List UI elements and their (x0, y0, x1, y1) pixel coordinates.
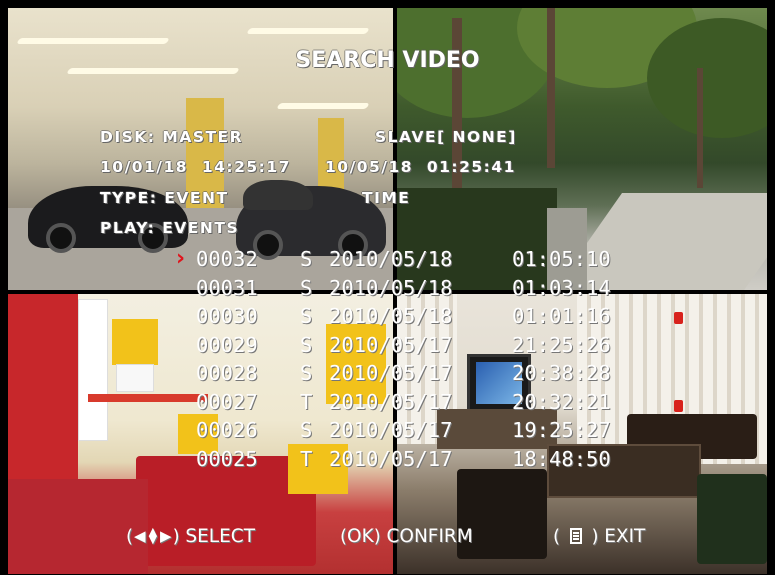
record-time: 01:05:10 (512, 247, 611, 271)
select-hint: ( ◀ ▲ ▼ ▶ ) SELECT (126, 523, 255, 549)
exit-label: EXIT (604, 525, 646, 547)
record-time: 01:01:16 (512, 304, 611, 328)
ok-key-label: OK (347, 525, 374, 547)
record-number: 00026 (196, 418, 258, 442)
slave-label: SLAVE[ NONE] (375, 128, 517, 146)
record-type: S (300, 304, 313, 328)
record-date: 2010/05/18 (329, 275, 453, 300)
record-time: 21:25:26 (512, 332, 611, 357)
type-field[interactable]: TYPE: EVENT (100, 189, 229, 207)
record-number: 00025 (196, 446, 258, 471)
record-time: 19:25:27 (512, 418, 611, 442)
open-paren: ( (126, 525, 134, 547)
record-number: 00027 (196, 389, 258, 414)
record-date: 2010/05/17 (329, 446, 453, 471)
record-number: 00031 (196, 275, 258, 300)
record-type: S (300, 361, 313, 385)
record-number: 00029 (196, 332, 258, 357)
record-time: 18:48:50 (512, 446, 611, 471)
record-time: 20:38:28 (512, 361, 611, 385)
record-date: 2010/05/17 (329, 418, 453, 442)
play-field[interactable]: PLAY: EVENTS (100, 219, 239, 237)
range-start: 10/01/18 14:25:17 (100, 158, 291, 176)
select-label: SELECT (185, 525, 255, 547)
confirm-label: CONFIRM (386, 525, 473, 547)
exit-hint: ( ) EXIT (553, 525, 646, 547)
record-type: T (300, 389, 313, 414)
confirm-hint: ( OK ) CONFIRM (340, 525, 473, 547)
chevron-right-icon: › (176, 246, 186, 271)
arrow-keys-icon: ◀ ▲ ▼ ▶ (134, 525, 172, 546)
time-field[interactable]: TIME (362, 189, 410, 207)
disk-label: DISK: MASTER (100, 128, 244, 146)
record-type: T (300, 446, 313, 471)
record-date: 2010/05/18 (329, 247, 453, 271)
range-end: 10/05/18 01:25:41 (325, 158, 516, 176)
record-number: 00030 (196, 304, 258, 328)
dvr-screen: SEARCH VIDEO DISK: MASTER SLAVE[ NONE] 1… (0, 0, 775, 575)
record-time: 20:32:21 (512, 389, 611, 414)
record-date: 2010/05/17 (329, 361, 453, 385)
record-date: 2010/05/17 (329, 332, 453, 357)
record-type: S (300, 247, 313, 271)
record-type: S (300, 275, 313, 300)
close-paren: ) (172, 525, 186, 547)
record-date: 2010/05/17 (329, 389, 453, 414)
record-number: 00032 (196, 247, 258, 271)
record-type: S (300, 418, 313, 442)
record-time: 01:03:14 (512, 275, 611, 300)
record-number: 00028 (196, 361, 258, 385)
menu-icon (569, 528, 582, 544)
page-title: SEARCH VIDEO (295, 48, 480, 73)
record-type: S (300, 332, 313, 357)
record-date: 2010/05/18 (329, 304, 453, 328)
